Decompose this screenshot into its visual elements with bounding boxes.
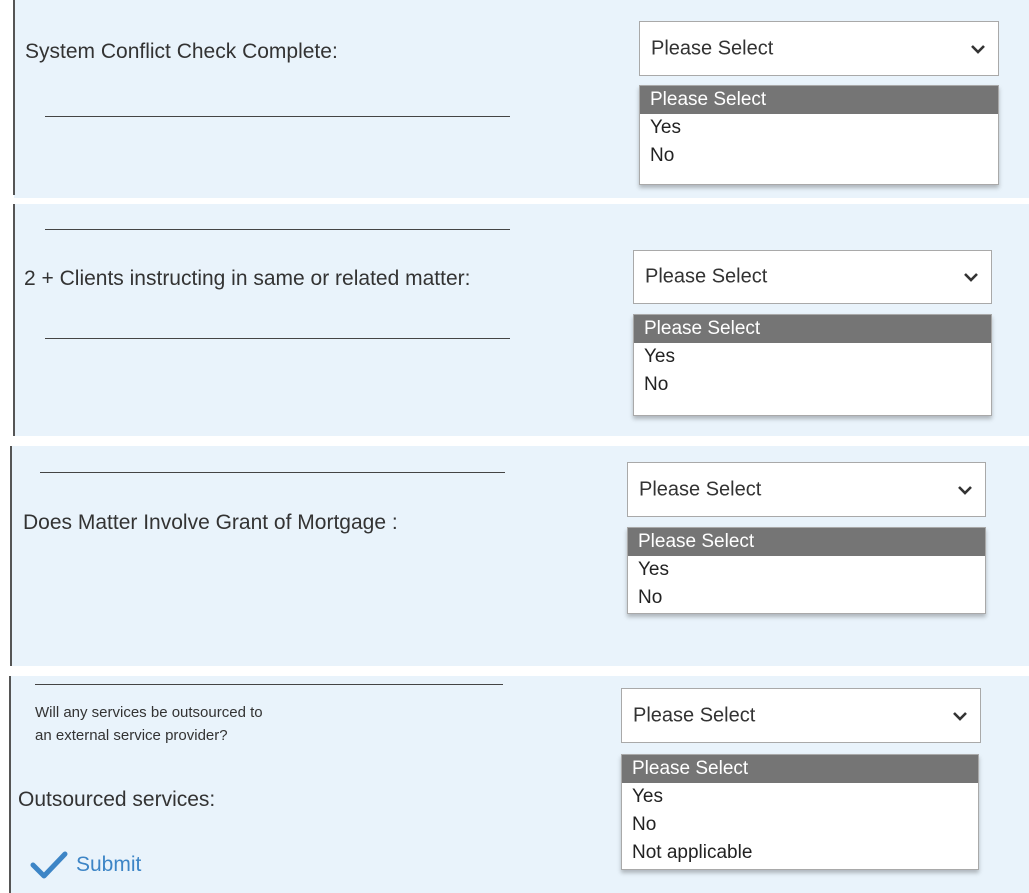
option-yes[interactable]: Yes bbox=[628, 556, 985, 584]
option-no[interactable]: No bbox=[622, 811, 978, 839]
multiple-clients-options: Please Select Yes No bbox=[633, 314, 992, 416]
section-left-border bbox=[9, 676, 11, 893]
conflict-check-label: System Conflict Check Complete: bbox=[25, 40, 338, 63]
divider-line bbox=[45, 229, 510, 230]
option-not-applicable[interactable]: Not applicable bbox=[622, 839, 978, 867]
divider-line bbox=[45, 338, 510, 339]
option-yes[interactable]: Yes bbox=[622, 783, 978, 811]
question-line-2: an external service provider? bbox=[35, 727, 228, 744]
option-please-select[interactable]: Please Select bbox=[634, 315, 991, 343]
chevron-down-icon bbox=[964, 273, 978, 282]
mortgage-select[interactable]: Please Select bbox=[627, 462, 986, 517]
section-left-border bbox=[13, 0, 15, 195]
conflict-check-select[interactable]: Please Select bbox=[639, 21, 999, 76]
section-left-border bbox=[10, 446, 12, 666]
multiple-clients-select[interactable]: Please Select bbox=[633, 250, 992, 304]
outsourced-services-label: Outsourced services: bbox=[18, 788, 216, 811]
chevron-down-icon bbox=[958, 485, 972, 495]
option-please-select[interactable]: Please Select bbox=[622, 755, 978, 783]
outsourcing-select[interactable]: Please Select bbox=[621, 688, 981, 743]
section-left-border bbox=[13, 204, 15, 436]
option-please-select[interactable]: Please Select bbox=[628, 528, 985, 556]
outsourcing-options: Please Select Yes No Not applicable bbox=[621, 754, 979, 870]
select-value: Please Select bbox=[645, 265, 768, 288]
chevron-down-icon bbox=[971, 44, 985, 54]
option-yes[interactable]: Yes bbox=[634, 343, 991, 371]
select-value: Please Select bbox=[633, 704, 756, 726]
option-please-select[interactable]: Please Select bbox=[640, 86, 998, 114]
select-value: Please Select bbox=[639, 478, 762, 500]
select-value: Please Select bbox=[651, 37, 774, 59]
conflict-check-options: Please Select Yes No bbox=[639, 85, 999, 185]
divider-line bbox=[45, 116, 510, 117]
outsourcing-question: Will any services be outsourced to an ex… bbox=[35, 701, 263, 747]
divider-line bbox=[40, 472, 505, 473]
option-no[interactable]: No bbox=[640, 142, 998, 170]
checkmark-icon bbox=[30, 851, 68, 879]
option-no[interactable]: No bbox=[634, 371, 991, 399]
question-line-1: Will any services be outsourced to bbox=[35, 704, 263, 721]
submit-label: Submit bbox=[76, 853, 142, 876]
mortgage-options: Please Select Yes No bbox=[627, 527, 986, 614]
multiple-clients-label: 2 + Clients instructing in same or relat… bbox=[24, 267, 471, 290]
option-yes[interactable]: Yes bbox=[640, 114, 998, 142]
option-no[interactable]: No bbox=[628, 584, 985, 612]
chevron-down-icon bbox=[953, 711, 967, 721]
divider-line bbox=[35, 684, 503, 685]
submit-button[interactable]: Submit bbox=[30, 848, 141, 882]
mortgage-label: Does Matter Involve Grant of Mortgage : bbox=[23, 511, 398, 534]
